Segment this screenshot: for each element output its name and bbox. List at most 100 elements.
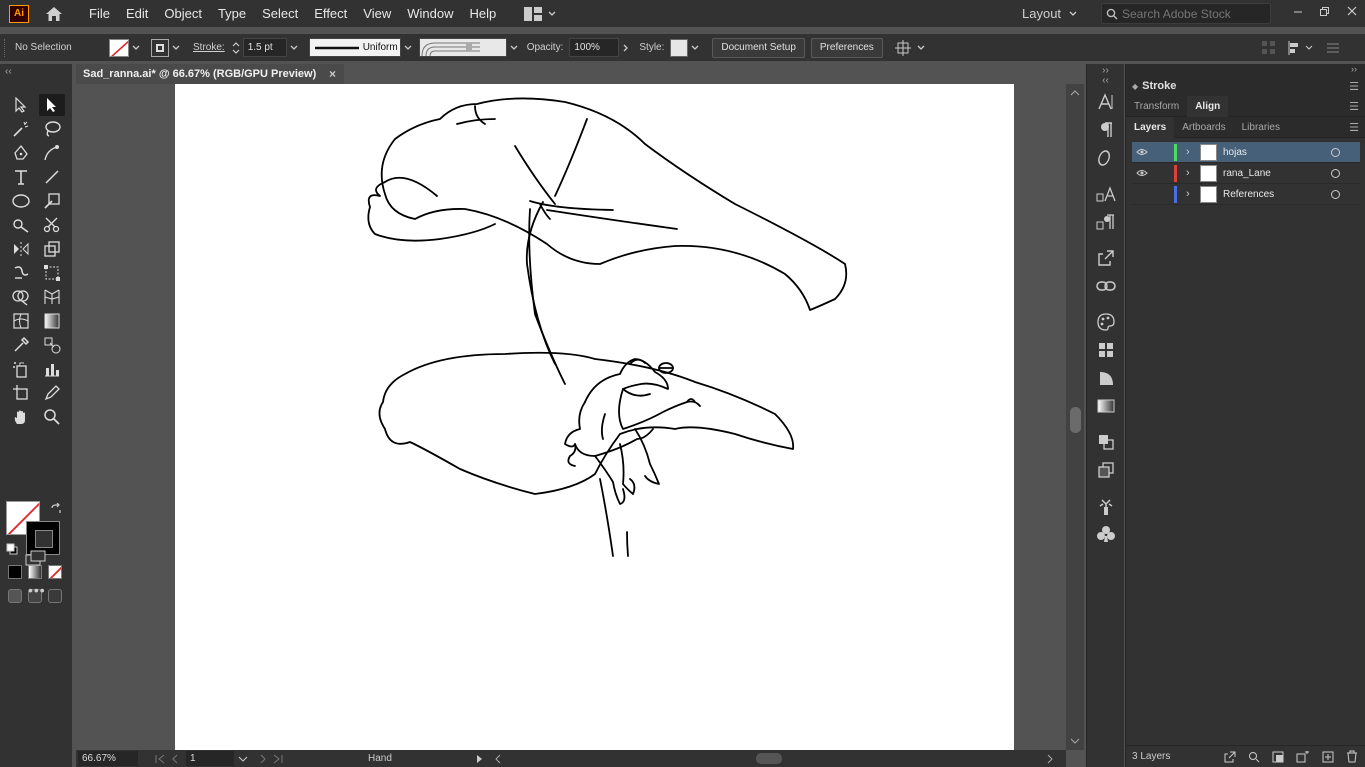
column-graph-tool[interactable]	[39, 358, 65, 380]
menu-object[interactable]: Object	[156, 0, 210, 27]
tab-artboards[interactable]: Artboards	[1174, 117, 1233, 138]
eye-icon[interactable]	[1132, 148, 1152, 156]
chevron-right-icon[interactable]: ›	[1186, 167, 1200, 179]
new-layer-icon[interactable]	[1322, 751, 1334, 763]
pathfinder-panel-icon[interactable]	[1087, 428, 1125, 456]
mesh-tool[interactable]	[8, 310, 34, 332]
scroll-left-icon[interactable]	[494, 754, 502, 764]
menu-type[interactable]: Type	[210, 0, 254, 27]
layer-row[interactable]: › hojas	[1132, 142, 1360, 163]
scroll-right-icon[interactable]	[1046, 754, 1054, 764]
layer-name[interactable]: hojas	[1223, 147, 1323, 158]
eyedropper-tool[interactable]	[8, 334, 34, 356]
paragraph-panel-icon[interactable]	[1087, 116, 1125, 144]
trash-icon[interactable]	[1346, 750, 1358, 763]
tab-transform[interactable]: Transform	[1126, 96, 1187, 117]
fill-swatch[interactable]	[109, 38, 129, 57]
menu-effect[interactable]: Effect	[306, 0, 355, 27]
paragraph-styles-icon[interactable]	[1087, 208, 1125, 236]
fill-dropdown[interactable]	[129, 45, 143, 51]
stock-search-input[interactable]	[1122, 6, 1262, 21]
stroke-swatch[interactable]	[151, 38, 169, 57]
preferences-button[interactable]: Preferences	[810, 37, 883, 58]
arrange-documents-button[interactable]	[524, 6, 556, 21]
warp-tool[interactable]	[8, 262, 34, 284]
brushes-panel-icon[interactable]	[1087, 492, 1125, 520]
previous-artboard-icon[interactable]	[170, 754, 180, 764]
links-panel-icon[interactable]	[1087, 272, 1125, 300]
scissors-tool[interactable]	[39, 214, 65, 236]
lasso-tool[interactable]	[39, 118, 65, 140]
panel-menu-icon[interactable]: ☰	[1349, 121, 1359, 134]
home-icon[interactable]	[43, 4, 65, 24]
stroke-color-dropdown[interactable]	[169, 45, 183, 51]
tab-layers[interactable]: Layers	[1126, 116, 1175, 138]
next-artboard-icon[interactable]	[258, 754, 268, 764]
document-tab[interactable]: Sad_ranna.ai* @ 66.67% (RGB/GPU Preview)…	[76, 64, 344, 84]
none-mode-button[interactable]	[48, 565, 62, 579]
minimize-button[interactable]	[1284, 0, 1311, 22]
collapse-dock-icon[interactable]: ››	[1126, 64, 1365, 76]
quick-actions-button[interactable]	[894, 39, 925, 56]
stock-search-box[interactable]	[1101, 3, 1271, 24]
gradient-tool[interactable]	[39, 310, 65, 332]
stroke-panel-link[interactable]: Stroke:	[193, 42, 225, 53]
zoom-tool[interactable]	[39, 406, 65, 428]
layer-target-icon[interactable]	[1331, 168, 1340, 178]
pen-tool[interactable]	[8, 142, 34, 164]
close-icon[interactable]: ×	[329, 67, 336, 81]
brush-definition[interactable]	[418, 38, 507, 57]
panel-menu-icon[interactable]: ☰	[1349, 80, 1359, 93]
graphic-style-dropdown[interactable]	[688, 45, 702, 51]
gradient-panel-icon[interactable]	[1087, 392, 1125, 420]
panel-menu-icon[interactable]: ☰	[1349, 100, 1359, 113]
free-transform-tool[interactable]	[39, 262, 65, 284]
color-panel-icon[interactable]	[1087, 308, 1125, 336]
shape-builder-tool[interactable]	[8, 286, 34, 308]
paintbrush-tool[interactable]	[8, 214, 34, 236]
layer-target-icon[interactable]	[1331, 147, 1340, 157]
menu-file[interactable]: File	[81, 0, 118, 27]
variable-width-profile[interactable]: Uniform	[308, 38, 401, 57]
swatches-panel-icon[interactable]	[1087, 336, 1125, 364]
chevron-right-icon[interactable]: ›	[1186, 146, 1200, 158]
chevron-right-icon[interactable]: ›	[1186, 188, 1200, 200]
blend-tool[interactable]	[39, 334, 65, 356]
status-menu-icon[interactable]	[476, 754, 484, 764]
first-artboard-icon[interactable]	[154, 754, 168, 764]
layer-name[interactable]: rana_Lane	[1223, 168, 1323, 179]
layer-name[interactable]: References	[1223, 189, 1323, 200]
draw-normal-icon[interactable]	[8, 589, 22, 603]
stroke-weight-dropdown[interactable]	[287, 45, 301, 51]
eye-icon[interactable]	[1132, 169, 1152, 177]
export-icon[interactable]	[1224, 751, 1236, 763]
magic-wand-tool[interactable]	[8, 118, 34, 140]
character-panel-icon[interactable]	[1087, 88, 1125, 116]
control-bar-grip[interactable]	[4, 38, 7, 57]
color-mode-button[interactable]	[8, 565, 22, 579]
gradient-mode-button[interactable]	[28, 565, 42, 579]
layer-row[interactable]: › rana_Lane	[1132, 163, 1360, 184]
reflect-tool[interactable]	[8, 238, 34, 260]
close-window-button[interactable]	[1338, 0, 1365, 22]
stroke-panel-header[interactable]: ◆ Stroke ☰	[1126, 76, 1365, 96]
type-tool[interactable]	[8, 166, 34, 188]
curvature-tool[interactable]	[39, 142, 65, 164]
workspace-switcher[interactable]: Layout	[1022, 0, 1077, 27]
locate-object-icon[interactable]	[1248, 751, 1260, 763]
chevron-down-icon[interactable]	[238, 756, 248, 762]
vertical-scroll-thumb[interactable]	[1070, 407, 1081, 433]
brush-dropdown[interactable]	[507, 45, 521, 51]
menu-select[interactable]: Select	[254, 0, 306, 27]
pencil-tool[interactable]	[39, 382, 65, 404]
profile-dropdown[interactable]	[401, 45, 415, 51]
selection-tool[interactable]	[8, 94, 34, 116]
artboard[interactable]	[175, 84, 1014, 750]
menu-window[interactable]: Window	[399, 0, 461, 27]
stroke-weight-input[interactable]: 1.5 pt	[242, 38, 287, 57]
ellipse-tool[interactable]	[8, 190, 34, 212]
last-artboard-icon[interactable]	[270, 754, 284, 764]
opacity-input[interactable]: 100%	[569, 38, 620, 57]
color-guide-icon[interactable]	[1087, 364, 1125, 392]
symbols-panel-icon[interactable]	[1087, 520, 1125, 548]
